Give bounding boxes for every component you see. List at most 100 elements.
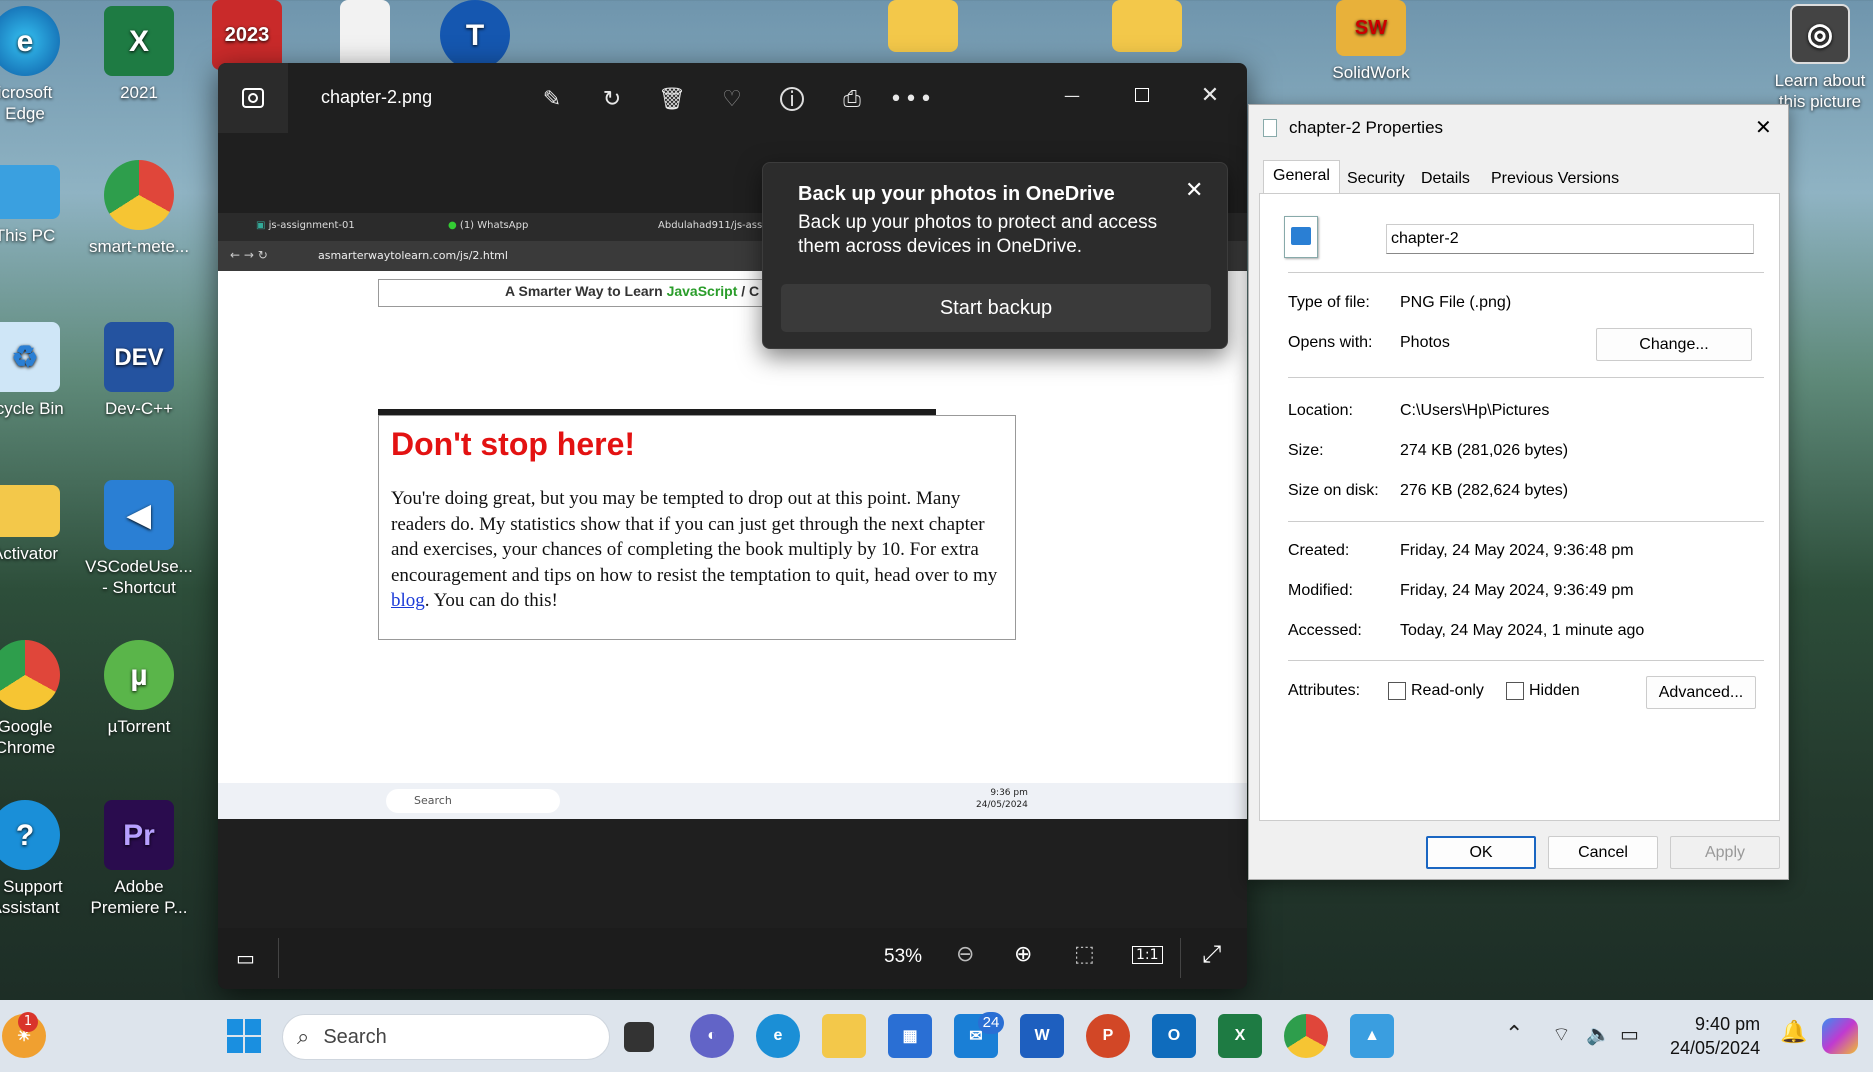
size-label: Size: [1288,442,1324,459]
desktop-icon-activator[interactable]: Activator [0,485,80,564]
tab-security[interactable]: Security [1337,163,1415,193]
photos-button[interactable]: ▲ [1350,1014,1394,1058]
edge-icon: e [773,1027,783,1044]
monitor-icon [0,165,60,219]
rotate-button[interactable]: ↻ [592,79,632,119]
type-label: Type of file: [1288,294,1370,311]
favorite-button[interactable]: ♡ [712,79,752,119]
premiere-icon: Pr [104,800,174,870]
desktop-icon-this-pc[interactable]: This PC [0,165,80,246]
filmstrip-icon: ▭ [236,946,255,970]
advanced-button[interactable]: Advanced... [1646,676,1756,709]
onedrive-close-button[interactable]: ✕ [1185,177,1203,203]
powerpoint-button[interactable]: P [1086,1014,1130,1058]
copilot-button[interactable] [1822,1018,1858,1054]
start-button[interactable] [222,1014,266,1058]
start-backup-button[interactable]: Start backup [781,284,1211,332]
store-button[interactable]: ▦ [888,1014,932,1058]
battery-icon[interactable]: ▭ [1620,1022,1639,1046]
task-view-button[interactable] [624,1022,654,1052]
camera-icon: ◎ [1790,4,1850,64]
opens-with-label: Opens with: [1288,334,1373,351]
actual-size-button[interactable]: 1:1 [1132,946,1163,964]
ok-button[interactable]: OK [1426,836,1536,869]
volume-icon[interactable]: 🔈 [1586,1022,1611,1046]
desktop-icon-utorrent[interactable]: µ µTorrent [84,640,194,737]
desktop-icon-chrome-folder[interactable] [1092,0,1202,58]
checkbox-icon [1506,682,1524,700]
zoom-out-button[interactable]: ⊖ [956,942,974,967]
photo-filename: chapter-2.png [321,87,433,107]
wifi-icon[interactable]: ⌔ [1552,1022,1571,1047]
teams-button[interactable]: ◐ [690,1014,734,1058]
folder-icon [1112,0,1182,52]
readonly-checkbox[interactable]: Read-only [1388,682,1484,700]
apply-button[interactable]: Apply [1670,836,1780,869]
blog-link[interactable]: blog [391,590,425,611]
inner-tab-1: ▣ js-assignment-01 [256,220,355,231]
desktop-icon-hp-support[interactable]: ? P Support Assistant [0,800,80,918]
mail-badge: 24 [978,1012,1004,1034]
change-button[interactable]: Change... [1596,328,1752,361]
zoom-level: 53% [884,946,923,967]
file-explorer-button[interactable] [822,1014,866,1058]
fullscreen-button[interactable]: ⤢ [1202,940,1221,968]
edit-button[interactable]: ✎ [532,79,572,119]
file-name-field[interactable] [1386,224,1754,254]
excel-button[interactable]: X [1218,1014,1262,1058]
dialog-close-button[interactable]: ✕ [1755,115,1772,140]
desktop-icon-solidwork[interactable]: SW SolidWork [1316,0,1426,83]
delete-button[interactable]: 🗑 [652,79,692,119]
chrome-icon [104,160,174,230]
maximize-button[interactable] [1122,75,1162,115]
taskbar-clock[interactable]: 9:40 pm 24/05/2024 [1670,1012,1760,1060]
show-hidden-icons-button[interactable]: ⌃ [1505,1022,1523,1047]
folder-icon [0,485,60,537]
more-button[interactable]: ••• [890,79,933,119]
minimize-button[interactable]: — [1052,75,1092,115]
desktop-icon-excel-2021[interactable]: X 2021 [84,6,194,103]
desktop-icon-edge[interactable]: e icrosoft Edge [0,6,80,124]
taskbar-search-box[interactable]: ⌕ Search [282,1014,610,1060]
desktop-icon-smart-meter[interactable]: smart-mete... [84,160,194,257]
print-button[interactable]: ⎙ [832,79,872,119]
hidden-checkbox[interactable]: Hidden [1506,682,1580,700]
utorrent-icon: µ [104,640,174,710]
tab-general[interactable]: General [1263,160,1340,194]
gallery-button[interactable] [218,63,288,133]
created-value: Friday, 24 May 2024, 9:36:48 pm [1400,542,1634,559]
notification-bell-icon[interactable]: 🔔 [1780,1020,1807,1045]
desktop-icon-dev-cpp[interactable]: DEV Dev-C++ [84,322,194,419]
size-on-disk-label: Size on disk: [1288,482,1379,499]
fullscreen-icon: ⤢ [1202,940,1222,968]
desktop-icon-folder[interactable] [868,0,978,58]
edge-button[interactable]: e [756,1014,800,1058]
filmstrip-button[interactable]: ▭ [236,946,255,970]
search-icon: ⌕ [297,1024,310,1049]
modified-value: Friday, 24 May 2024, 9:36:49 pm [1400,582,1634,599]
tab-previous-versions[interactable]: Previous Versions [1481,163,1629,193]
cancel-button[interactable]: Cancel [1548,836,1658,869]
fit-to-window-button[interactable]: ⬚ [1074,942,1095,967]
actual-size-icon: 1:1 [1136,947,1159,963]
tab-details[interactable]: Details [1411,163,1480,193]
desktop-icon-recycle-bin[interactable]: ♻ ecycle Bin [0,322,80,419]
close-button[interactable]: ✕ [1190,75,1230,115]
divider [278,938,279,978]
close-icon: ✕ [1755,117,1772,139]
edit-icon: ✎ [542,86,562,112]
word-button[interactable]: W [1020,1014,1064,1058]
chrome-button[interactable] [1284,1014,1328,1058]
desktop-icon-vscode[interactable]: ◀ VSCodeUse... - Shortcut [84,480,194,598]
inner-tab-2: ● (1) WhatsApp [448,220,529,231]
info-button[interactable]: i [772,79,812,119]
onedrive-backup-popup: Back up your photos in OneDrive Back up … [762,162,1228,349]
zoom-in-button[interactable]: ⊕ [1014,942,1032,967]
desktop-icon-google-chrome[interactable]: Google Chrome [0,640,80,758]
inner-clock: 9:36 pm 24/05/2024 [976,788,1028,810]
desktop-icon-learn-about-picture[interactable]: ◎ Learn about this picture [1765,4,1873,112]
close-icon: ✕ [1200,82,1220,108]
outlook-button[interactable]: O [1152,1014,1196,1058]
desktop-icon-premiere[interactable]: Pr Adobe Premiere P... [84,800,194,918]
accessed-value: Today, 24 May 2024, 1 minute ago [1400,622,1645,639]
